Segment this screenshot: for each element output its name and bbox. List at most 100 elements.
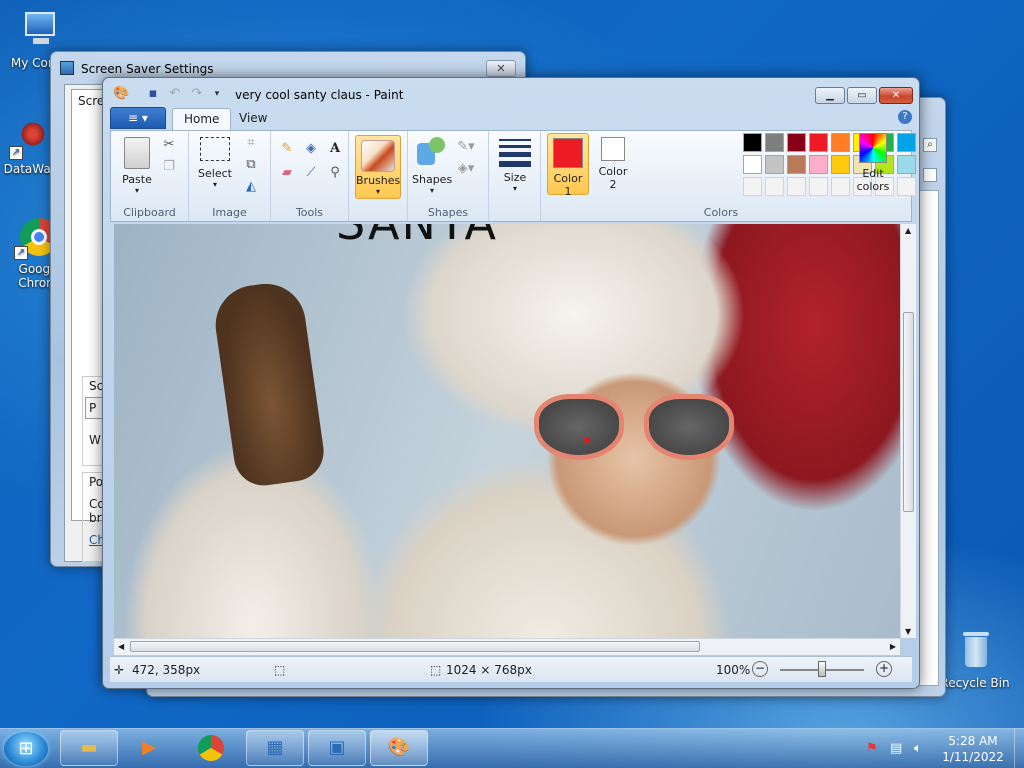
zoom-level: 100% <box>716 663 751 677</box>
horizontal-scroll-thumb[interactable] <box>130 641 700 652</box>
fill-icon[interactable]: ◈▾ <box>456 159 476 179</box>
help-icon[interactable]: ? <box>898 110 912 124</box>
minimize-button[interactable]: ▁ <box>815 87 845 104</box>
chrome-icon <box>198 735 224 761</box>
scroll-down-arrow-icon[interactable]: ▼ <box>905 627 911 636</box>
scroll-right-arrow-icon[interactable]: ▶ <box>890 642 896 651</box>
shapes-button[interactable]: Shapes ▾ <box>412 135 452 195</box>
palette-swatch[interactable] <box>919 177 920 196</box>
cut-icon[interactable]: ✂ <box>159 135 179 155</box>
palette-swatch[interactable] <box>787 133 806 152</box>
show-desktop-button[interactable] <box>1014 728 1024 768</box>
palette-swatch[interactable] <box>919 155 920 174</box>
clipboard-icon <box>124 137 150 169</box>
color2-swatch <box>601 137 625 161</box>
color-picker-icon[interactable]: ⟋ <box>301 163 321 183</box>
clock-date: 1/11/2022 <box>942 750 1004 764</box>
palette-swatch[interactable] <box>897 155 916 174</box>
customize-toolbar-icon[interactable]: ▾ <box>209 86 225 102</box>
eraser-icon[interactable]: ▰ <box>277 163 297 183</box>
palette-swatch[interactable] <box>743 177 762 196</box>
rotate-icon[interactable]: ◭ <box>241 177 261 197</box>
palette-swatch[interactable] <box>809 155 828 174</box>
scroll-button[interactable] <box>923 168 937 182</box>
zoom-slider-thumb[interactable] <box>818 661 826 677</box>
resize-icon[interactable]: ⧉ <box>241 155 261 175</box>
tools-group: ✎ ◈ A ▰ ⟋ ⚲ Tools <box>271 131 349 221</box>
network-icon[interactable]: ▤ <box>890 741 902 756</box>
copy-icon[interactable]: ❐ <box>159 157 179 177</box>
palette-swatch[interactable] <box>765 155 784 174</box>
zoom-out-button[interactable]: − <box>752 661 768 677</box>
palette-swatch[interactable] <box>831 177 850 196</box>
palette-swatch[interactable] <box>919 133 920 152</box>
rainbow-palette-icon <box>859 133 887 163</box>
vertical-scroll-thumb[interactable] <box>903 312 914 512</box>
window-title: Screen Saver Settings <box>81 62 214 76</box>
crop-icon[interactable]: ⌗ <box>241 133 261 153</box>
palette-swatch[interactable] <box>743 133 762 152</box>
palette-swatch[interactable] <box>809 177 828 196</box>
taskbar-explorer[interactable]: ▬ <box>60 730 118 766</box>
color1-button[interactable]: Color 1 <box>547 133 589 198</box>
close-button[interactable]: ✕ <box>879 87 913 104</box>
scroll-up-arrow-icon[interactable]: ▲ <box>905 226 911 235</box>
paint-app-icon[interactable]: 🎨 <box>113 86 129 102</box>
size-button[interactable]: Size ▾ <box>495 135 535 193</box>
brushes-button[interactable]: Brushes ▾ <box>355 135 401 199</box>
taskbar-control-panel[interactable]: ▦ <box>246 730 304 766</box>
color2-button[interactable]: Color 2 <box>593 133 633 195</box>
taskbar-chrome[interactable] <box>182 730 240 766</box>
file-menu-button[interactable]: ≡ ▾ <box>110 107 166 129</box>
palette-swatch[interactable] <box>787 177 806 196</box>
palette-swatch[interactable] <box>743 155 762 174</box>
horizontal-scrollbar[interactable]: ◀ ▶ <box>114 638 900 655</box>
palette-swatch[interactable] <box>831 133 850 152</box>
maximize-button[interactable]: ▭ <box>847 87 877 104</box>
clock[interactable]: 5:28 AM 1/11/2022 <box>938 733 1008 765</box>
undo-icon[interactable]: ↶ <box>167 86 183 102</box>
action-center-icon[interactable]: ⚑ <box>866 741 878 756</box>
monitor-icon: ▣ <box>328 737 346 758</box>
volume-icon[interactable]: 🔈︎ <box>914 741 922 756</box>
magnifier-icon[interactable]: ⚲ <box>325 163 345 183</box>
search-icon[interactable]: ⌕ <box>923 138 937 152</box>
palette-swatch[interactable] <box>765 177 784 196</box>
pencil-icon[interactable]: ✎ <box>277 139 297 159</box>
palette-swatch[interactable] <box>809 133 828 152</box>
text-tool-icon[interactable]: A <box>325 139 345 159</box>
palette-swatch[interactable] <box>831 155 850 174</box>
vertical-scrollbar[interactable]: ▲ ▼ <box>900 224 916 638</box>
control-panel-icon: ▦ <box>266 737 284 758</box>
selection-size-icon: ⬚ <box>274 663 286 677</box>
ribbon-tabs: ≡ ▾ Home View ? <box>110 106 912 130</box>
redo-icon[interactable]: ↷ <box>189 86 205 102</box>
palette-swatch[interactable] <box>897 177 916 196</box>
zoom-in-button[interactable]: + <box>876 661 892 677</box>
taskbar-screen-saver[interactable]: ▣ <box>308 730 366 766</box>
save-icon[interactable]: ▪ <box>145 86 161 102</box>
outline-icon[interactable]: ✎▾ <box>456 137 476 157</box>
recycle-bin-icon <box>953 630 997 674</box>
taskbar-paint[interactable]: 🎨 <box>370 730 428 766</box>
palette-swatch[interactable] <box>897 133 916 152</box>
colors-group: Color 1 Color 2 Edit colors Colors <box>541 131 916 221</box>
desktop-icon-recycle-bin[interactable]: Recycle Bin <box>936 630 1014 690</box>
taskbar-media-player[interactable]: ▶ <box>120 730 178 766</box>
close-button[interactable]: ✕ <box>486 60 516 77</box>
drawing-canvas[interactable]: SANTA <box>114 224 900 638</box>
line-size-icon <box>499 139 531 167</box>
select-button[interactable]: Select ▾ <box>195 135 235 189</box>
palette-swatch[interactable] <box>765 133 784 152</box>
sunglasses-right-lens <box>644 394 734 460</box>
tab-home[interactable]: Home <box>172 108 232 130</box>
paste-button[interactable]: Paste ▾ <box>117 135 157 195</box>
palette-swatch[interactable] <box>787 155 806 174</box>
fill-bucket-icon[interactable]: ◈ <box>301 139 321 159</box>
edit-colors-button[interactable]: Edit colors <box>851 133 895 193</box>
start-button[interactable]: ⊞ <box>4 732 48 766</box>
tab-view[interactable]: View <box>228 108 278 130</box>
scroll-left-arrow-icon[interactable]: ◀ <box>118 642 124 651</box>
datawag-icon: ↗ <box>9 116 53 160</box>
desktop-icon-label: Recycle Bin <box>940 676 1010 690</box>
